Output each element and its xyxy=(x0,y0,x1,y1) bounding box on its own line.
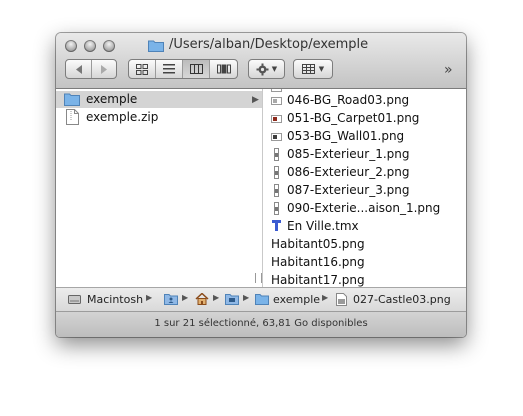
list-item-file[interactable]: Habitant17.png xyxy=(271,272,461,287)
list-view-button[interactable] xyxy=(156,60,183,78)
minimize-button[interactable] xyxy=(84,40,96,52)
close-button[interactable] xyxy=(65,40,77,52)
hard-drive-icon xyxy=(68,295,81,304)
path-separator-icon: ▶ xyxy=(322,293,329,302)
folder-icon xyxy=(64,93,80,106)
list-item-file[interactable]: 087-Exterieur_3.png xyxy=(271,182,461,199)
tmx-file-icon xyxy=(272,220,281,231)
back-forward-control xyxy=(65,59,117,79)
folder-icon xyxy=(148,40,164,52)
toolbar-overflow-button[interactable]: » xyxy=(444,62,453,78)
column-view-button[interactable] xyxy=(183,60,210,78)
zoom-button[interactable] xyxy=(103,40,115,52)
path-separator-icon: ▶ xyxy=(213,293,220,302)
image-file-icon xyxy=(336,293,347,306)
action-menu-button[interactable]: ▼ xyxy=(248,59,285,79)
home-icon xyxy=(195,292,209,305)
list-item-label: 053-BG_Wall01.png xyxy=(287,129,405,143)
list-item-file[interactable]: En Ville.tmx xyxy=(271,218,461,235)
column-resize-handle[interactable] xyxy=(255,273,262,283)
tall-image-thumb-icon xyxy=(274,148,279,161)
arrange-menu-button[interactable]: ▼ xyxy=(293,59,333,79)
chevron-down-icon: ▼ xyxy=(271,65,278,73)
path-item-users[interactable] xyxy=(164,293,178,305)
forward-button[interactable] xyxy=(92,60,116,78)
list-view-icon xyxy=(163,64,175,74)
list-item-exemple-folder[interactable]: exemple ▶ xyxy=(64,91,262,108)
list-item-file[interactable]: 046-BG_Road03.png xyxy=(271,92,461,109)
status-bar: 1 sur 21 sélectionné, 63,81 Go disponibl… xyxy=(56,311,466,337)
tall-image-thumb-icon xyxy=(274,202,279,215)
list-item-file[interactable]: Habitant05.png xyxy=(271,236,461,253)
desktop-folder-icon xyxy=(225,294,239,305)
back-arrow-icon xyxy=(75,64,82,74)
view-mode-control xyxy=(128,59,238,79)
list-item-file[interactable]: 085-Exterieur_1.png xyxy=(271,146,461,163)
path-item-label: 027-Castle03.png xyxy=(353,293,451,306)
list-item-label: exemple xyxy=(86,92,138,106)
list-item-label: 046-BG_Road03.png xyxy=(287,93,410,107)
path-item-label: exemple xyxy=(273,293,321,306)
path-separator-icon: ▶ xyxy=(243,293,250,302)
tall-image-thumb-icon xyxy=(274,184,279,197)
list-item-file[interactable]: 051-BG_Carpet01.png xyxy=(271,110,461,127)
list-item-label: Habitant16.png xyxy=(271,255,365,269)
back-button[interactable] xyxy=(66,60,92,78)
list-item-label: 086-Exterieur_2.png xyxy=(287,165,410,179)
cover-flow-view-button[interactable] xyxy=(210,60,237,78)
icon-view-button[interactable] xyxy=(129,60,156,78)
title-toolbar: /Users/alban/Desktop/exemple ▼ ▼ » xyxy=(56,33,466,89)
list-item-label: 085-Exterieur_1.png xyxy=(287,147,410,161)
icon-view-icon xyxy=(136,63,148,75)
document-icon xyxy=(66,109,79,125)
path-bar: Macintosh ▶ ▶ ▶ ▶ exemple ▶ 027-Castle03… xyxy=(56,287,466,311)
folder-icon xyxy=(255,294,269,305)
list-item-label: 090-Exterie...aison_1.png xyxy=(287,201,441,215)
list-item-label: exemple.zip xyxy=(86,110,159,124)
column-view-icon xyxy=(189,64,203,74)
list-item-label: 087-Exterieur_3.png xyxy=(287,183,410,197)
path-separator-icon: ▶ xyxy=(146,293,153,302)
status-text: 1 sur 21 sélectionné, 63,81 Go disponibl… xyxy=(154,318,368,329)
image-thumb-icon xyxy=(271,97,282,105)
list-item-label: Habitant17.png xyxy=(271,273,365,287)
arrange-menu-inner: ▼ xyxy=(294,60,332,78)
disclosure-arrow-icon: ▶ xyxy=(252,95,259,105)
action-menu-inner: ▼ xyxy=(249,60,284,78)
list-item-file[interactable]: Habitant16.png xyxy=(271,254,461,271)
chevron-down-icon: ▼ xyxy=(318,65,325,73)
list-item-file[interactable]: 086-Exterieur_2.png xyxy=(271,164,461,181)
tall-image-thumb-icon xyxy=(274,166,279,179)
finder-window: /Users/alban/Desktop/exemple ▼ ▼ » exemp… xyxy=(56,33,466,337)
list-item-label: En Ville.tmx xyxy=(287,219,359,233)
cover-flow-view-icon xyxy=(216,64,231,74)
path-item-desktop[interactable] xyxy=(225,293,239,305)
window-title: /Users/alban/Desktop/exemple xyxy=(169,37,369,52)
path-item-home[interactable] xyxy=(195,292,209,305)
gear-icon xyxy=(256,63,269,75)
list-item-exemple-zip[interactable]: exemple.zip xyxy=(64,109,262,126)
list-item-file[interactable]: 053-BG_Wall01.png xyxy=(271,128,461,145)
path-item-label: Macintosh xyxy=(87,293,144,306)
image-thumb-icon xyxy=(271,115,282,123)
arrange-grid-icon xyxy=(301,64,315,74)
forward-arrow-icon xyxy=(101,64,107,74)
list-item-label: 051-BG_Carpet01.png xyxy=(287,111,420,125)
column-2: 046-BG_Road03.png 051-BG_Carpet01.png 05… xyxy=(263,89,466,287)
path-separator-icon: ▶ xyxy=(182,293,189,302)
list-item-file[interactable]: 090-Exterie...aison_1.png xyxy=(271,200,461,217)
list-item-label: Habitant05.png xyxy=(271,237,365,251)
users-folder-icon xyxy=(164,294,178,305)
image-thumb-icon xyxy=(271,133,282,141)
